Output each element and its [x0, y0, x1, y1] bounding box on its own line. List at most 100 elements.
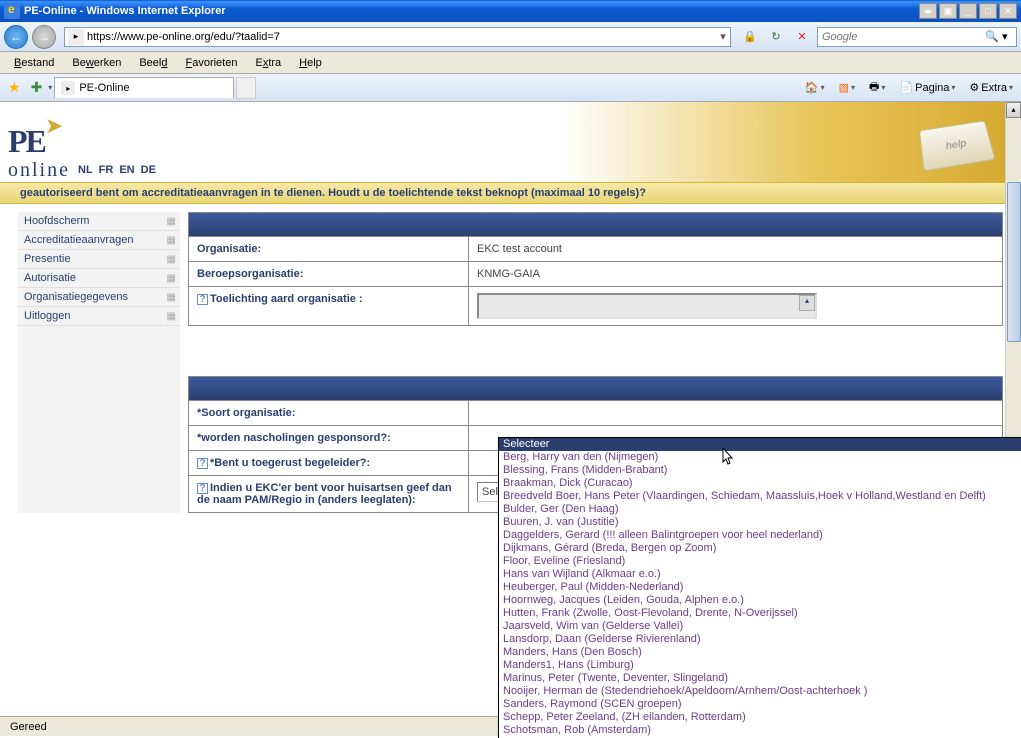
sidebar-item-presentie[interactable]: Presentie ▦ — [18, 250, 180, 269]
dropdown-option[interactable]: Daggelders, Gerard (!!! alleen Balintgro… — [499, 529, 1021, 542]
ie-icon — [4, 3, 20, 19]
help-icon[interactable]: ? — [197, 458, 208, 469]
help-icon[interactable]: ? — [197, 483, 208, 494]
lang-nl[interactable]: NL — [78, 164, 93, 176]
dropdown-option[interactable]: Hans van Wijland (Alkmaar e.o.) — [499, 568, 1021, 581]
aux-button-2[interactable]: ▣ — [939, 3, 957, 19]
browser-tab[interactable]: ▸ PE-Online — [54, 77, 234, 98]
info-banner: geautoriseerd bent om accreditatieaanvra… — [0, 182, 1021, 204]
add-favorite-icon[interactable]: ✚ — [27, 79, 47, 96]
lang-fr[interactable]: FR — [99, 164, 114, 176]
menu-extra[interactable]: Extra — [247, 55, 289, 71]
gear-icon: ▦ — [167, 254, 176, 265]
tab-bar: ★ ✚ ▾ ▸ PE-Online 🏠▾ ▧▾ 🖶▾ 📄Pagina▾ ⚙Ext… — [0, 74, 1021, 102]
chevron-down-icon: ▾ — [1009, 83, 1013, 92]
scrollbar-thumb[interactable] — [1007, 182, 1021, 342]
close-button[interactable]: ✕ — [999, 3, 1017, 19]
menu-favorites[interactable]: Favorieten — [177, 55, 245, 71]
sidebar-item-organisatiegegevens[interactable]: Organisatiegegevens▦ — [18, 288, 180, 307]
chevron-down-icon: ▾ — [851, 83, 855, 92]
forward-button[interactable]: → — [32, 25, 56, 49]
sidebar-item-hoofdscherm[interactable]: Hoofdscherm ▦ — [18, 212, 180, 231]
back-button[interactable]: ← — [4, 25, 28, 49]
dropdown-option[interactable]: Breedveld Boer, Hans Peter (Vlaardingen,… — [499, 490, 1021, 503]
favorites-star-icon[interactable]: ★ — [4, 79, 25, 96]
gear-icon: ▦ — [167, 235, 176, 246]
feeds-button[interactable]: ▧▾ — [835, 79, 859, 96]
tools-menu-button[interactable]: ⚙Extra▾ — [965, 79, 1017, 96]
sidebar-item-accreditatie[interactable]: Accreditatieaanvragen ▦ — [18, 231, 180, 250]
dropdown-option[interactable]: Floor, Eveline (Friesland) — [499, 555, 1021, 568]
dropdown-option[interactable]: Manders1, Hans (Limburg) — [499, 659, 1021, 672]
dropdown-option[interactable]: Heuberger, Paul (Midden-Nederland) — [499, 581, 1021, 594]
dropdown-option[interactable]: Schepp, Peter Zeeland, (ZH eilanden, Rot… — [499, 711, 1021, 724]
lang-de[interactable]: DE — [141, 164, 156, 176]
field-value-soort — [469, 401, 1003, 426]
dropdown-option[interactable]: Manders, Hans (Den Bosch) — [499, 646, 1021, 659]
tab-title: PE-Online — [79, 82, 129, 94]
field-value-beroepsorganisatie: KNMG-GAIA — [469, 262, 1003, 287]
gear-icon: ▦ — [167, 216, 176, 227]
dropdown-option[interactable]: Selecteer — [499, 438, 1021, 451]
menu-help[interactable]: Help — [291, 55, 330, 71]
maximize-button[interactable]: □ — [979, 3, 997, 19]
dropdown-option[interactable]: Blessing, Frans (Midden-Brabant) — [499, 464, 1021, 477]
dropdown-option[interactable]: Nooijer, Herman de (Stedendriehoek/Apeld… — [499, 685, 1021, 698]
page-menu-button[interactable]: 📄Pagina▾ — [895, 79, 959, 96]
aux-button-1[interactable]: ◂▸ — [919, 3, 937, 19]
menu-bar: Bestand Bewerken Beeld Favorieten Extra … — [0, 52, 1021, 74]
status-ready: Gereed — [4, 718, 53, 736]
field-label-soort: *Soort organisatie: — [189, 401, 469, 426]
scroll-up-button[interactable]: ▴ — [1006, 102, 1021, 118]
sidebar-item-label: Accreditatieaanvragen — [24, 234, 133, 246]
dropdown-option[interactable]: Sanders, Raymond (SCEN groepen) — [499, 698, 1021, 711]
table-header — [189, 377, 1003, 401]
sidebar-item-uitloggen[interactable]: Uitloggen▦ — [18, 307, 180, 326]
search-box[interactable]: 🔍 ▾ — [817, 27, 1017, 47]
address-dropdown-icon[interactable]: ▾ — [716, 30, 730, 43]
address-bar[interactable]: ▸ ▾ — [64, 27, 731, 47]
lang-en[interactable]: EN — [119, 164, 134, 176]
rss-icon: ▧ — [839, 81, 849, 94]
address-input[interactable] — [87, 28, 716, 46]
dropdown-option[interactable]: Hutten, Frank (Zwolle, Oost-Flevoland, D… — [499, 607, 1021, 620]
sidebar-item-label: Presentie — [24, 253, 70, 265]
dropdown-option[interactable]: Hoornweg, Jacques (Leiden, Gouda, Alphen… — [499, 594, 1021, 607]
stop-button[interactable]: ✕ — [791, 26, 813, 48]
lock-icon[interactable]: 🔒 — [739, 26, 761, 48]
scroll-up-icon[interactable]: ▴ — [799, 295, 815, 311]
tools-label: Extra — [981, 82, 1007, 94]
dropdown-option[interactable]: Braakman, Dick (Curacao) — [499, 477, 1021, 490]
search-dropdown-icon[interactable]: ▾ — [1002, 30, 1016, 43]
favorites-dropdown-icon[interactable]: ▾ — [48, 83, 52, 92]
search-input[interactable] — [818, 31, 982, 43]
dropdown-option[interactable]: Bulder, Ger (Den Haag) — [499, 503, 1021, 516]
new-tab-button[interactable] — [236, 77, 256, 99]
dropdown-option[interactable]: Lansdorp, Daan (Gelderse Rivierenland) — [499, 633, 1021, 646]
gear-icon: ▦ — [167, 311, 176, 322]
menu-view[interactable]: Beeld — [131, 55, 175, 71]
sidebar-item-autorisatie[interactable]: Autorisatie▦ — [18, 269, 180, 288]
gear-icon: ▦ — [167, 292, 176, 303]
print-button[interactable]: 🖶▾ — [865, 76, 889, 99]
ekc-select-dropdown[interactable]: Selecteer Berg, Harry van den (Nijmegen)… — [498, 437, 1021, 738]
dropdown-option[interactable]: Schotsman, Rob (Amsterdam) — [499, 724, 1021, 737]
chevron-down-icon: ▾ — [821, 83, 825, 92]
dropdown-option[interactable]: Marinus, Peter (Twente, Deventer, Slinge… — [499, 672, 1021, 685]
site-header: PE ➤ online NL FR EN DE help — [0, 102, 1021, 182]
home-button[interactable]: 🏠▾ — [801, 79, 829, 96]
sidebar-item-label: Hoofdscherm — [24, 215, 89, 227]
help-button[interactable]: help — [919, 120, 996, 171]
sidebar: Hoofdscherm ▦ Accreditatieaanvragen ▦ Pres… — [18, 212, 180, 513]
toelichting-textarea[interactable]: ▴ — [477, 293, 817, 319]
dropdown-option[interactable]: Jaarsveld, Wim van (Gelderse Vallei) — [499, 620, 1021, 633]
help-icon[interactable]: ? — [197, 294, 208, 305]
menu-edit[interactable]: Bewerken — [64, 55, 129, 71]
dropdown-option[interactable]: Berg, Harry van den (Nijmegen) — [499, 451, 1021, 464]
search-button[interactable]: 🔍 — [982, 30, 1002, 43]
refresh-button[interactable]: ↻ — [765, 26, 787, 48]
dropdown-option[interactable]: Dijkmans, Gérard (Breda, Bergen op Zoom) — [499, 542, 1021, 555]
minimize-button[interactable]: _ — [959, 3, 977, 19]
menu-file[interactable]: Bestand — [6, 55, 62, 71]
dropdown-option[interactable]: Buuren, J. van (Justitie) — [499, 516, 1021, 529]
